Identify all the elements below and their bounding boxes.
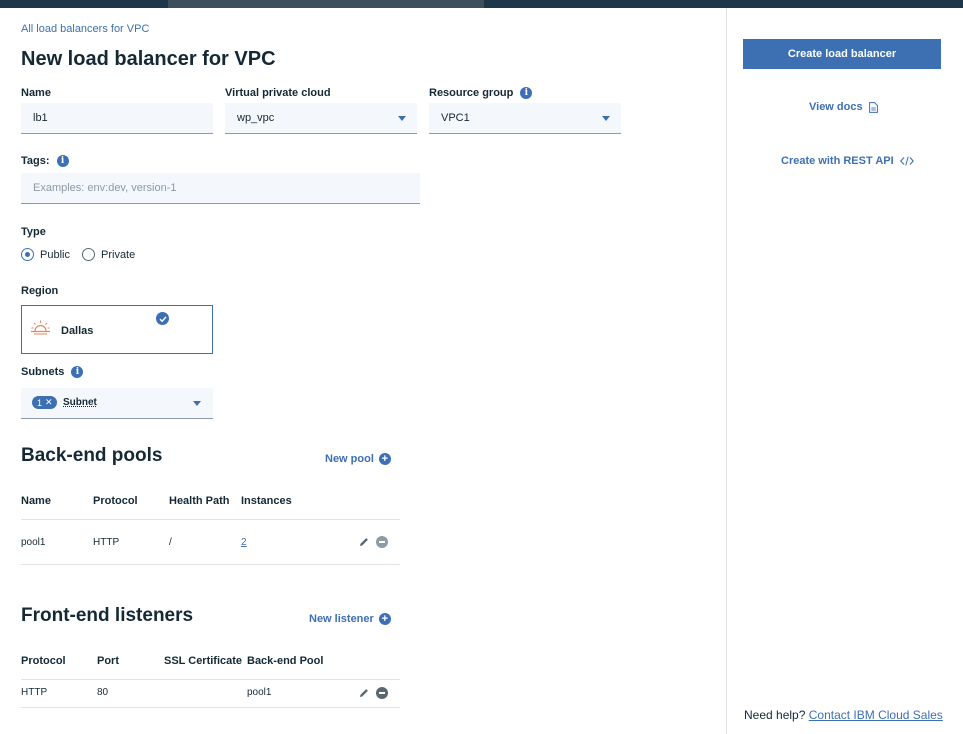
subnets-label-text: Subnets [21,366,65,378]
info-icon[interactable]: i [56,155,69,167]
column-header-ssl-certificate: SSL Certificate [164,655,243,667]
table-divider [21,707,400,708]
name-input[interactable]: lb1 [21,103,213,134]
name-label-text: Name [21,87,51,99]
table-divider [21,679,400,680]
listener-port-cell: 80 [97,687,109,698]
contact-sales-link[interactable]: Contact IBM Cloud Sales [809,708,943,722]
pool-health-path-cell: / [169,537,172,548]
plus-circle-icon: + [378,613,391,625]
resource-group-label-text: Resource group [429,87,514,99]
type-radio-public-label: Public [40,248,70,261]
region-label-text: Region [21,285,59,297]
name-label: Name [21,87,51,99]
column-header-instances: Instances [241,495,292,507]
new-pool-label: New pool [325,453,374,465]
sun-icon [31,320,50,335]
table-divider [21,564,400,565]
edit-icon[interactable] [358,687,370,699]
top-bar [0,0,963,8]
pool-row-actions [358,536,388,548]
region-label: Region [21,285,58,297]
column-header-protocol: Protocol [21,655,66,667]
remove-icon[interactable] [376,687,388,699]
listener-row-actions [358,687,388,699]
edit-icon[interactable] [358,536,370,548]
type-label-text: Type [21,226,46,238]
info-icon[interactable]: i [71,366,84,378]
type-radio-private[interactable]: Private [82,248,135,261]
help-text: Need help? [744,708,806,722]
help-footer: Need help? Contact IBM Cloud Sales [744,708,943,722]
checkmark-icon [156,312,169,325]
chevron-down-icon [398,116,406,121]
new-listener-label: New listener [309,613,374,625]
remove-icon[interactable] [376,536,388,548]
page-title: New load balancer for VPC [21,48,276,70]
view-docs-label: View docs [809,101,863,113]
sidebar: Create load balancer View docs Create wi… [726,8,963,734]
vpc-select[interactable]: wp_vpc [225,103,417,134]
type-label: Type [21,226,46,238]
frontend-listeners-title: Front-end listeners [21,605,194,626]
column-header-name: Name [21,495,51,507]
column-header-protocol: Protocol [93,495,138,507]
backend-pools-title: Back-end pools [21,445,163,466]
column-header-port: Port [97,655,119,667]
subnet-count-tag[interactable]: 1 ✕ [32,396,57,409]
table-divider [21,519,400,520]
new-listener-button[interactable]: New listener + [309,613,391,625]
pool-name-cell: pool1 [21,537,46,548]
code-icon [899,156,914,166]
tags-label-text: Tags: [21,155,50,167]
info-icon[interactable]: i [520,87,533,99]
resource-group-select-value: VPC1 [441,112,470,124]
vpc-label: Virtual private cloud [225,87,331,99]
tags-input-placeholder: Examples: env:dev, version-1 [33,182,177,194]
subnet-select-value: Subnet [63,397,97,408]
vpc-select-value: wp_vpc [237,112,275,124]
rest-api-label: Create with REST API [781,155,894,167]
subnet-count: 1 [37,397,43,408]
tags-label: Tags: i [21,155,69,167]
view-docs-link[interactable]: View docs [809,101,878,113]
tags-input[interactable]: Examples: env:dev, version-1 [21,173,420,204]
chevron-down-icon [193,401,201,406]
pool-protocol-cell: HTTP [93,537,120,548]
radio-unselected-icon [82,248,95,261]
name-input-value: lb1 [33,112,48,124]
radio-selected-icon [21,248,34,261]
region-tile-label: Dallas [61,325,94,337]
new-pool-button[interactable]: New pool + [325,453,391,465]
create-load-balancer-button[interactable]: Create load balancer [743,39,941,69]
column-header-backend-pool: Back-end Pool [247,655,324,667]
main-form: All load balancers for VPC New load bala… [0,8,726,734]
vpc-label-text: Virtual private cloud [225,87,331,99]
type-radio-private-label: Private [101,248,136,261]
resource-group-label: Resource group i [429,87,533,99]
breadcrumb[interactable]: All load balancers for VPC [21,23,149,35]
close-icon[interactable]: ✕ [45,397,53,408]
resource-group-select[interactable]: VPC1 [429,103,621,134]
document-icon [868,101,878,113]
listener-protocol-cell: HTTP [21,687,48,698]
subnets-select[interactable]: 1 ✕ Subnet [21,388,213,419]
listener-pool-cell: pool1 [247,687,272,698]
rest-api-link[interactable]: Create with REST API [781,155,914,167]
pool-instances-link[interactable]: 2 [241,537,247,548]
plus-circle-icon: + [378,453,391,465]
chevron-down-icon [602,116,610,121]
subnets-label: Subnets i [21,366,84,378]
type-radio-public[interactable]: Public [21,248,70,261]
top-bar-active-segment [168,0,484,8]
column-header-health-path: Health Path [169,495,230,507]
region-tile-dallas[interactable]: Dallas [21,305,213,354]
